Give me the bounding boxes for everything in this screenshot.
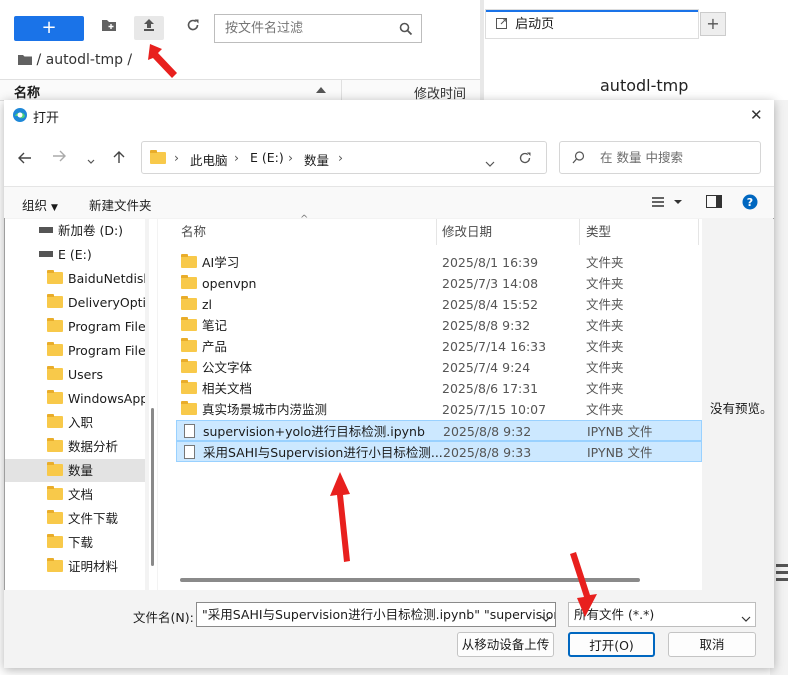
red-arrow-icon (148, 44, 597, 617)
annotation-arrows (148, 44, 597, 617)
